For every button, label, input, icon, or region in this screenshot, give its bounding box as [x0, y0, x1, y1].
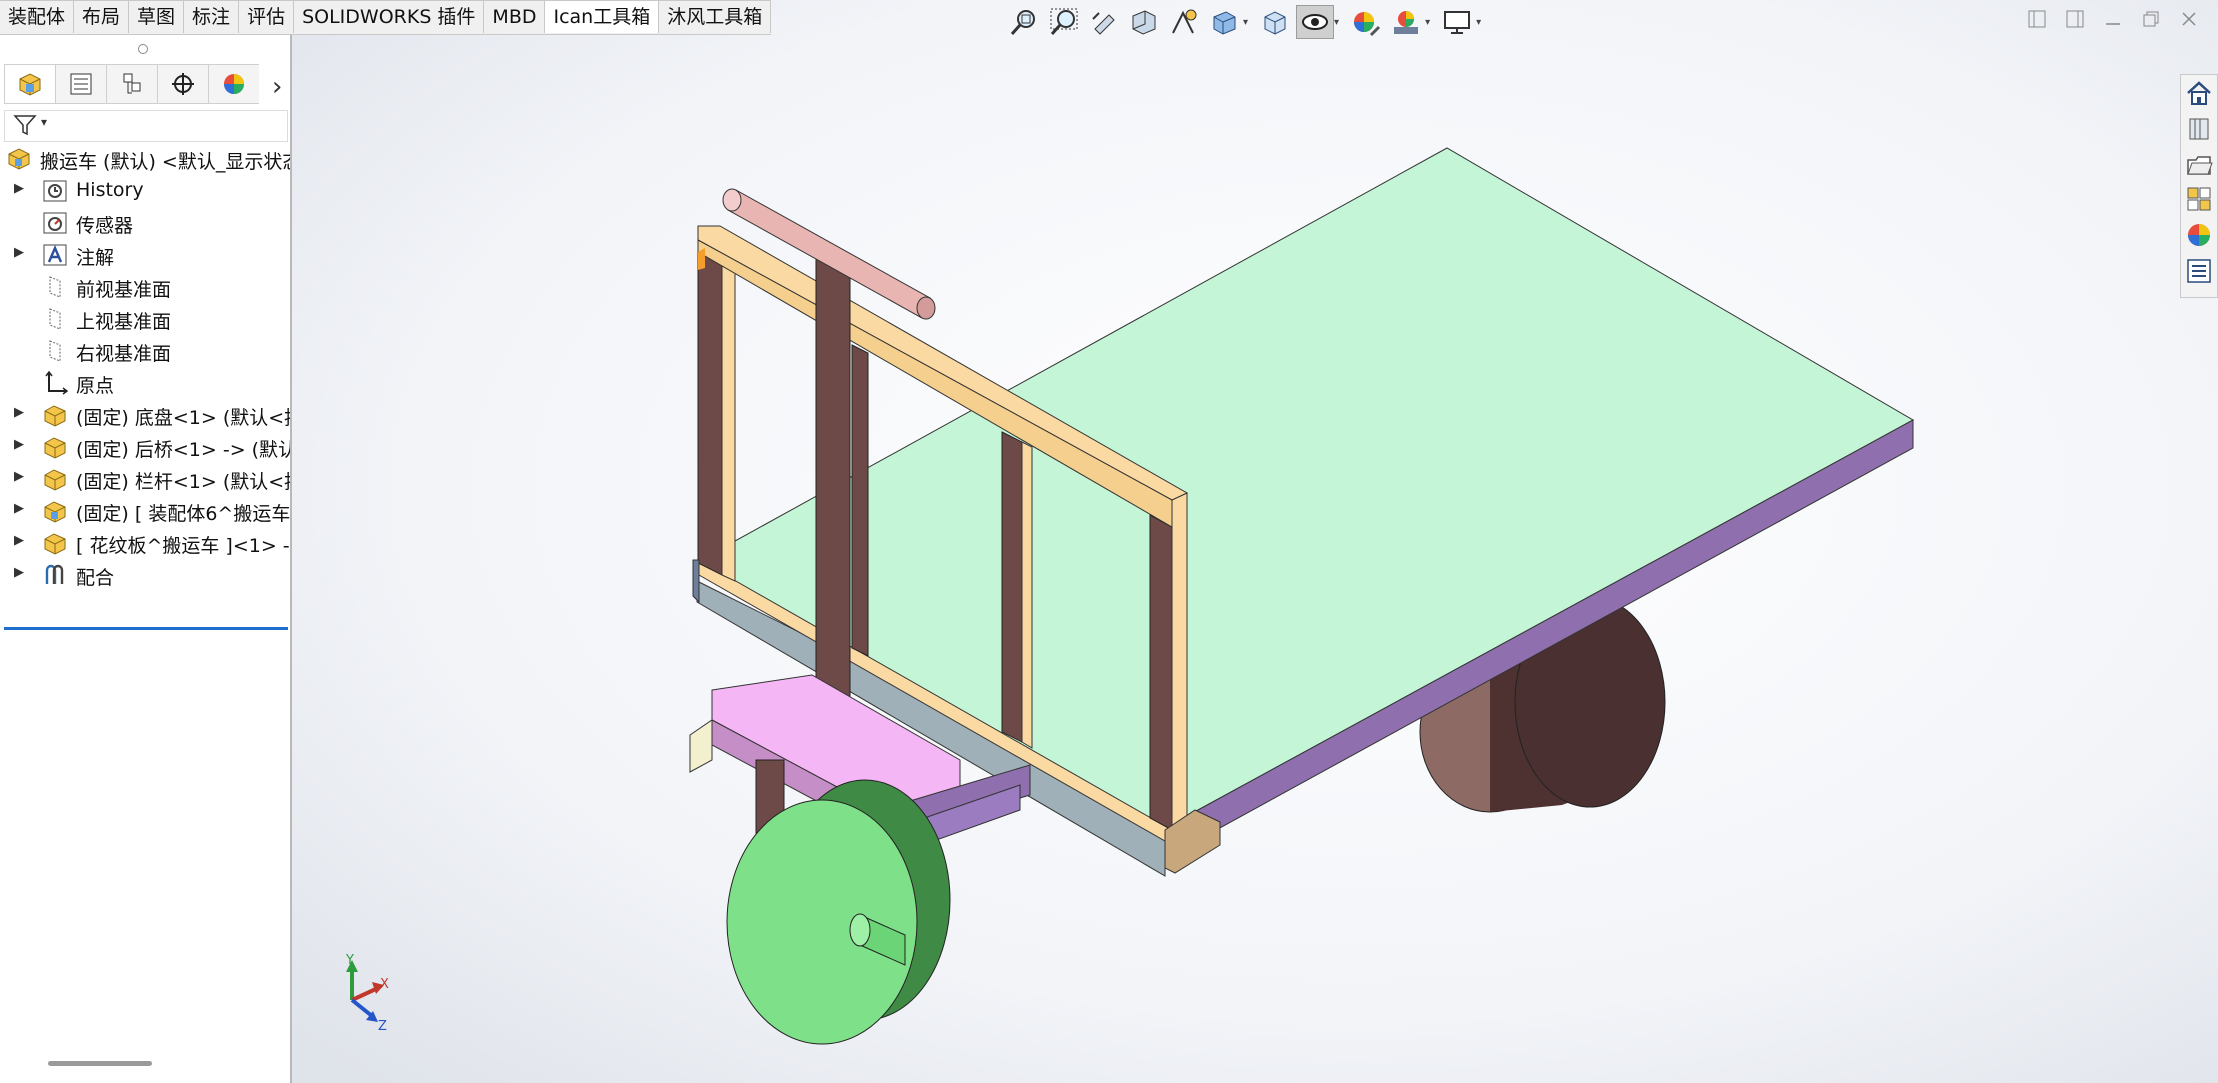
zoom-to-area-icon[interactable] [1045, 5, 1083, 39]
tree-item-checker-plate[interactable]: ▶ [ 花纹板^搬运车 ]<1> -> ( [0, 528, 290, 558]
design-library-icon[interactable] [2185, 115, 2213, 143]
tree-end-marker[interactable] [4, 627, 288, 630]
tree-item-railing[interactable]: ▶ (固定) 栏杆<1> (默认<按加 [0, 464, 290, 494]
tab-mufeng-toolbox[interactable]: 沐风工具箱 [659, 0, 772, 33]
tree-item-sensors[interactable]: 传感器 [0, 208, 290, 238]
tab-markup[interactable]: 标注 [184, 0, 240, 33]
home-icon[interactable] [2185, 79, 2213, 107]
tree-item-right-plane[interactable]: 右视基准面 [0, 336, 290, 366]
zoom-to-fit-icon[interactable] [1005, 5, 1043, 39]
custom-properties-icon[interactable] [2185, 257, 2213, 285]
tree-item-origin[interactable]: 原点 [0, 368, 290, 398]
sensor-icon [43, 212, 67, 234]
tile-right-icon[interactable] [2062, 6, 2088, 32]
task-pane [2180, 74, 2218, 298]
restore-icon[interactable] [2138, 6, 2164, 32]
filter-icon[interactable] [13, 113, 37, 137]
panel-grip[interactable] [138, 44, 148, 54]
tab-sketch[interactable]: 草图 [129, 0, 185, 33]
tree-item-top-plane[interactable]: 上视基准面 [0, 304, 290, 334]
minimize-icon[interactable] [2100, 6, 2126, 32]
dimxpert-icon[interactable] [157, 64, 208, 104]
expand-arrow-icon[interactable]: ▶ [14, 181, 24, 196]
expand-arrow-icon[interactable]: ▶ [14, 245, 24, 260]
heads-up-view-toolbar: ▾ ▾ ▾ ▾ [1005, 4, 1487, 40]
panel-horizontal-scrollbar[interactable] [48, 1061, 152, 1066]
view-settings-icon[interactable] [1438, 5, 1476, 39]
view-orientation-icon[interactable] [1205, 5, 1243, 39]
apply-scene-icon[interactable] [1387, 5, 1425, 39]
expand-arrow-icon[interactable]: ▶ [14, 533, 24, 548]
part-icon [44, 533, 66, 555]
tree-root-assembly[interactable]: 搬运车 (默认) <默认_显示状态- [0, 144, 290, 174]
tree-item-chassis[interactable]: ▶ (固定) 底盘<1> (默认<按加 [0, 400, 290, 430]
panel-more-chevron-icon[interactable]: › [272, 72, 282, 102]
triad-z-label: Z [378, 1019, 387, 1034]
expand-arrow-icon[interactable]: ▶ [14, 565, 24, 580]
dynamic-annotation-icon[interactable] [1165, 5, 1203, 39]
apply-scene-caret-icon[interactable]: ▾ [1425, 17, 1430, 28]
close-icon[interactable] [2176, 6, 2202, 32]
annotation-icon [43, 244, 67, 266]
command-manager-tabs: 装配体 布局 草图 标注 评估 SOLIDWORKS 插件 MBD Ican工具… [0, 0, 772, 35]
triad-x-label: X [380, 977, 389, 992]
previous-view-icon[interactable] [1085, 5, 1123, 39]
tab-ican-toolbox[interactable]: Ican工具箱 [545, 0, 660, 33]
plane-icon [49, 276, 61, 298]
feature-manager-panel: › ▾ 搬运车 (默认) <默认_显示状态- ▶ History 传感器 ▶ 注… [0, 34, 292, 1083]
document-window-controls [2024, 6, 2202, 32]
file-explorer-icon[interactable] [2185, 151, 2213, 179]
feature-manager-icon[interactable] [4, 64, 55, 104]
triad-y-label: Y [345, 953, 354, 968]
tile-left-icon[interactable] [2024, 6, 2050, 32]
display-manager-icon[interactable] [208, 64, 259, 104]
tab-layout[interactable]: 布局 [74, 0, 130, 33]
plane-icon [49, 340, 61, 362]
tree-filter[interactable]: ▾ [4, 110, 288, 142]
expand-arrow-icon[interactable]: ▶ [14, 501, 24, 516]
appearances-scenes-icon[interactable] [2185, 221, 2213, 249]
panel-tab-strip [4, 64, 259, 104]
tree-item-rear-axle[interactable]: ▶ (固定) 后桥<1> -> (默认) [0, 432, 290, 462]
tab-assembly[interactable]: 装配体 [0, 0, 75, 33]
configuration-manager-icon[interactable] [106, 64, 157, 104]
display-style-icon[interactable] [1256, 5, 1294, 39]
tree-item-subassembly6[interactable]: ▶ (固定) [ 装配体6^搬运车 ]< [0, 496, 290, 526]
expand-arrow-icon[interactable]: ▶ [14, 437, 24, 452]
tab-mbd[interactable]: MBD [484, 0, 546, 33]
hide-show-items-icon[interactable] [1296, 5, 1335, 39]
tree-item-annotations[interactable]: ▶ 注解 [0, 240, 290, 270]
part-icon [44, 437, 66, 459]
tab-evaluate[interactable]: 评估 [239, 0, 295, 33]
plane-icon [49, 308, 61, 330]
view-palette-icon[interactable] [2185, 185, 2213, 213]
part-icon [44, 405, 66, 427]
graphics-area[interactable]: Y X Z [292, 0, 2218, 1083]
view-settings-caret-icon[interactable]: ▾ [1476, 17, 1481, 28]
property-manager-icon[interactable] [55, 64, 106, 104]
edit-appearance-icon[interactable] [1347, 5, 1385, 39]
part-icon [44, 469, 66, 491]
view-orientation-caret-icon[interactable]: ▾ [1243, 17, 1248, 28]
origin-icon [45, 370, 68, 395]
history-icon [43, 180, 67, 202]
subassembly-icon [44, 501, 66, 523]
mates-icon [45, 564, 64, 584]
tree-item-mates[interactable]: ▶ 配合 [0, 560, 290, 590]
expand-arrow-icon[interactable]: ▶ [14, 405, 24, 420]
expand-arrow-icon[interactable]: ▶ [14, 469, 24, 484]
section-view-icon[interactable] [1125, 5, 1163, 39]
assembly-icon [8, 148, 30, 170]
tab-solidworks-addins[interactable]: SOLIDWORKS 插件 [294, 0, 485, 33]
filter-caret-icon[interactable]: ▾ [41, 115, 47, 129]
hide-show-caret-icon[interactable]: ▾ [1334, 17, 1339, 28]
tree-item-history[interactable]: ▶ History [0, 176, 290, 206]
tree-item-front-plane[interactable]: 前视基准面 [0, 272, 290, 302]
